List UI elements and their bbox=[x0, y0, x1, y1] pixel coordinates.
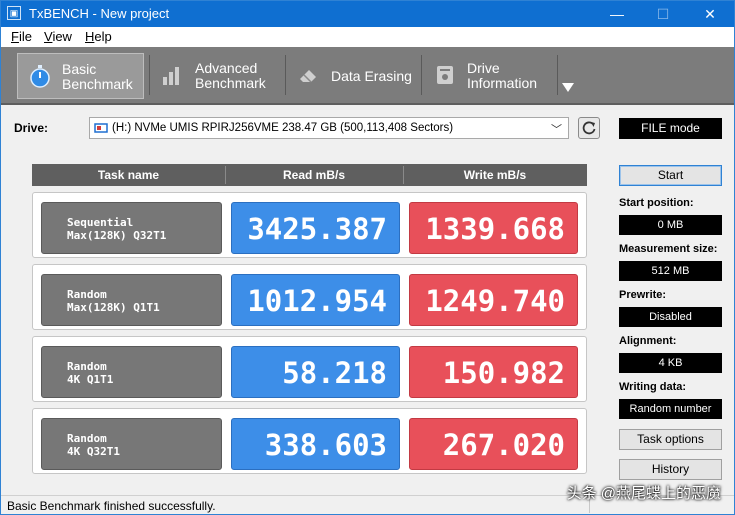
tab-divider bbox=[285, 55, 286, 95]
start-position-value[interactable]: 0 MB bbox=[619, 215, 722, 235]
task-button-4k-q1t1[interactable]: Random 4K Q1T1 bbox=[41, 346, 222, 398]
write-speed-value: 267.020 bbox=[409, 418, 578, 470]
title-bar: ▣ TxBENCH - New project — ☐ ✕ bbox=[1, 1, 734, 27]
task-name-line2: Max(128K) Q1T1 bbox=[67, 301, 160, 314]
result-row-rnd-q1t1: Random Max(128K) Q1T1 1012.954 1249.740 bbox=[32, 264, 587, 330]
tab-drive-information-label: Drive Information bbox=[467, 60, 538, 91]
task-name-line1: Sequential bbox=[67, 216, 134, 229]
task-button-rnd-q1t1[interactable]: Random Max(128K) Q1T1 bbox=[41, 274, 222, 326]
write-speed-value: 1249.740 bbox=[409, 274, 578, 326]
read-speed-value: 1012.954 bbox=[231, 274, 400, 326]
menu-view[interactable]: View bbox=[44, 29, 72, 44]
history-button[interactable]: History bbox=[619, 459, 722, 480]
tab-divider bbox=[149, 55, 150, 95]
task-button-seq-q32t1[interactable]: Sequential Max(128K) Q32T1 bbox=[41, 202, 222, 254]
task-button-4k-q32t1[interactable]: Random 4K Q32T1 bbox=[41, 418, 222, 470]
task-name-line1: Random bbox=[67, 360, 107, 373]
menu-help[interactable]: Help bbox=[85, 29, 112, 44]
refresh-icon bbox=[582, 121, 596, 135]
chevron-down-icon: ﹀ bbox=[551, 124, 562, 136]
alignment-value[interactable]: 4 KB bbox=[619, 353, 722, 373]
tab-advanced-benchmark[interactable]: Advanced Benchmark bbox=[151, 53, 281, 99]
app-window: ▣ TxBENCH - New project — ☐ ✕ File View … bbox=[0, 0, 735, 515]
app-icon: ▣ bbox=[7, 6, 21, 20]
task-name-line2: Max(128K) Q32T1 bbox=[67, 229, 167, 242]
drive-info-icon bbox=[437, 66, 453, 84]
stopwatch-icon bbox=[30, 65, 50, 88]
prewrite-label: Prewrite: bbox=[619, 289, 667, 301]
measurement-size-label: Measurement size: bbox=[619, 243, 718, 255]
write-speed-value: 1339.668 bbox=[409, 202, 578, 254]
tab-divider bbox=[557, 55, 558, 95]
menu-bar: File View Help bbox=[1, 27, 734, 47]
results-header: Task name Read mB/s Write mB/s bbox=[32, 164, 587, 186]
header-task-name: Task name bbox=[97, 168, 160, 182]
eraser-icon bbox=[300, 70, 316, 83]
start-position-label: Start position: bbox=[619, 197, 694, 209]
menu-view-label: iew bbox=[52, 29, 72, 44]
drive-label: Drive: bbox=[14, 121, 49, 135]
start-button[interactable]: Start bbox=[619, 165, 722, 186]
read-speed-value: 3425.387 bbox=[231, 202, 400, 254]
tab-divider bbox=[421, 55, 422, 95]
window-title: TxBENCH - New project bbox=[29, 6, 170, 21]
tab-data-erasing[interactable]: Data Erasing bbox=[287, 53, 417, 99]
prewrite-value[interactable]: Disabled bbox=[619, 307, 722, 327]
drive-select[interactable]: (H:) NVMe UMIS RPIRJ256VME 238.47 GB (50… bbox=[89, 117, 569, 139]
status-message: Basic Benchmark finished successfully. bbox=[7, 499, 216, 513]
menu-help-accel: H bbox=[85, 29, 95, 44]
menu-file-accel: F bbox=[11, 29, 19, 44]
writing-data-label: Writing data: bbox=[619, 381, 687, 393]
close-button[interactable]: ✕ bbox=[687, 1, 733, 27]
result-row-4k-q32t1: Random 4K Q32T1 338.603 267.020 bbox=[32, 408, 587, 474]
tab-data-erasing-label: Data Erasing bbox=[331, 68, 412, 84]
minimize-button[interactable]: — bbox=[594, 1, 640, 27]
task-name-line1: Random bbox=[67, 432, 107, 445]
tab-drive-information[interactable]: Drive Information bbox=[423, 53, 553, 99]
watermark-text: 头条 @燕尾蝶上的恶魔 bbox=[566, 485, 721, 502]
task-name-line2: 4K Q1T1 bbox=[67, 373, 114, 386]
result-row-4k-q1t1: Random 4K Q1T1 58.218 150.982 bbox=[32, 336, 587, 402]
alignment-label: Alignment: bbox=[619, 335, 677, 347]
task-name-line1: Random bbox=[67, 288, 107, 301]
read-speed-value: 338.603 bbox=[231, 418, 400, 470]
menu-help-label: elp bbox=[94, 29, 112, 44]
file-mode-indicator: FILE mode bbox=[619, 118, 722, 139]
maximize-button[interactable]: ☐ bbox=[640, 1, 686, 27]
task-name-line2: 4K Q32T1 bbox=[67, 445, 120, 458]
menu-file[interactable]: File bbox=[11, 29, 32, 44]
header-read: Read mB/s bbox=[282, 168, 346, 182]
tab-basic-benchmark[interactable]: Basic Benchmark bbox=[17, 53, 144, 99]
writing-data-value[interactable]: Random number bbox=[619, 399, 722, 419]
menu-file-label: ile bbox=[18, 29, 32, 44]
header-write: Write mB/s bbox=[463, 168, 527, 182]
result-row-seq-q32t1: Sequential Max(128K) Q32T1 3425.387 1339… bbox=[32, 192, 587, 258]
write-speed-value: 150.982 bbox=[409, 346, 578, 398]
bar-chart-icon bbox=[163, 67, 179, 85]
tab-basic-benchmark-label: Basic Benchmark bbox=[62, 61, 133, 92]
task-options-button[interactable]: Task options bbox=[619, 429, 722, 450]
drive-select-value: (H:) NVMe UMIS RPIRJ256VME 238.47 GB (50… bbox=[112, 122, 454, 134]
tab-advanced-benchmark-label: Advanced Benchmark bbox=[195, 60, 266, 91]
more-tabs-arrow-icon[interactable] bbox=[562, 83, 574, 92]
measurement-size-value[interactable]: 512 MB bbox=[619, 261, 722, 281]
nvme-drive-icon bbox=[94, 123, 108, 133]
refresh-drives-button[interactable] bbox=[578, 117, 600, 139]
read-speed-value: 58.218 bbox=[231, 346, 400, 398]
tab-bar: Basic Benchmark Advanced Benchmark Data … bbox=[1, 47, 734, 105]
